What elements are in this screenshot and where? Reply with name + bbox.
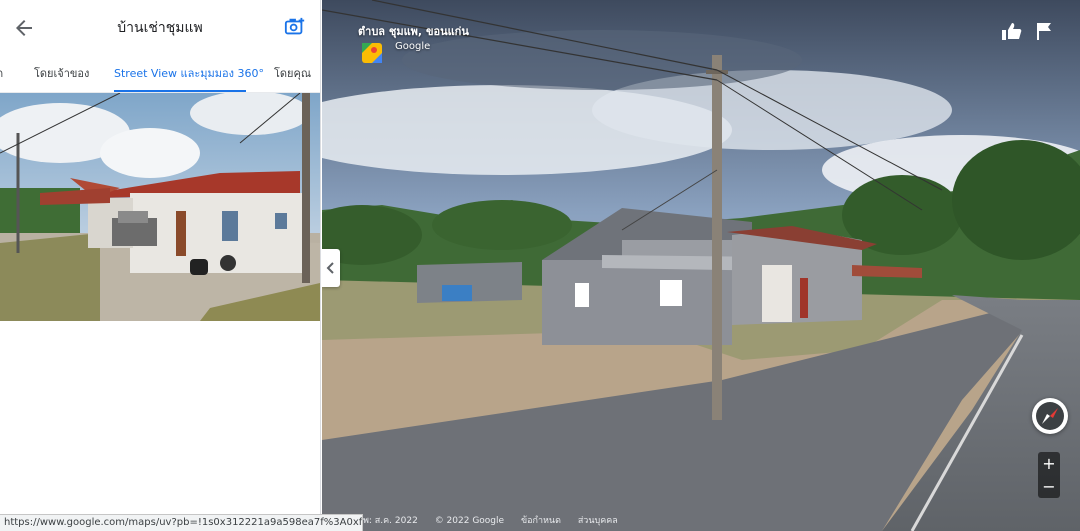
collapse-panel-button[interactable] [322,249,340,287]
location-title: ตำบล ชุมแพ, ขอนแก่น [358,25,469,38]
tab-all[interactable]: ด [0,56,3,90]
street-view-thumbnail[interactable] [0,93,320,321]
terms-link[interactable]: ข้อกำหนด [521,516,561,526]
photo-tabs: ด โดยเจ้าของ Street View และมุมมอง 360° … [0,56,320,93]
tab-street-view[interactable]: Street View และมุมมอง 360° [114,56,264,92]
street-view-viewer[interactable]: ตำบล ชุมแพ, ขอนแก่น Google + − ภาพ: ส.ค.… [322,0,1080,531]
thumbnail-image [0,93,320,321]
compass-icon [1036,402,1064,430]
privacy-link[interactable]: ส่วนบุคคล [578,516,618,526]
thumbs-up-icon[interactable] [1002,22,1022,40]
zoom-out-button[interactable]: − [1038,475,1060,498]
panel-header: บ้านเช่าชุมแพ [0,0,320,54]
tab-by-owner[interactable]: โดยเจ้าของ [34,56,89,90]
tab-by-you[interactable]: โดยคุณ [274,56,311,90]
add-photo-icon[interactable] [284,16,306,38]
zoom-in-button[interactable]: + [1038,452,1060,475]
arrow-left-icon[interactable] [12,16,36,40]
place-photos-panel: บ้านเช่าชุมแพ ด โดยเจ้าของ Street View แ… [0,0,321,531]
viewer-footer: ภาพ: ส.ค. 2022 © 2022 Google ข้อกำหนด ส่… [352,513,632,527]
browser-status-url: https://www.google.com/maps/uv?pb=!1s0x3… [0,514,363,531]
compass-button[interactable] [1032,398,1068,434]
zoom-controls: + − [1038,452,1060,498]
imagery-source: Google [395,41,431,52]
street-view-panorama[interactable] [322,0,1080,531]
flag-icon[interactable] [1036,22,1052,40]
panel-title: บ้านเช่าชุมแพ [117,20,203,36]
chevron-left-icon [326,262,334,274]
google-maps-icon [362,43,382,63]
copyright: © 2022 Google [434,516,505,526]
